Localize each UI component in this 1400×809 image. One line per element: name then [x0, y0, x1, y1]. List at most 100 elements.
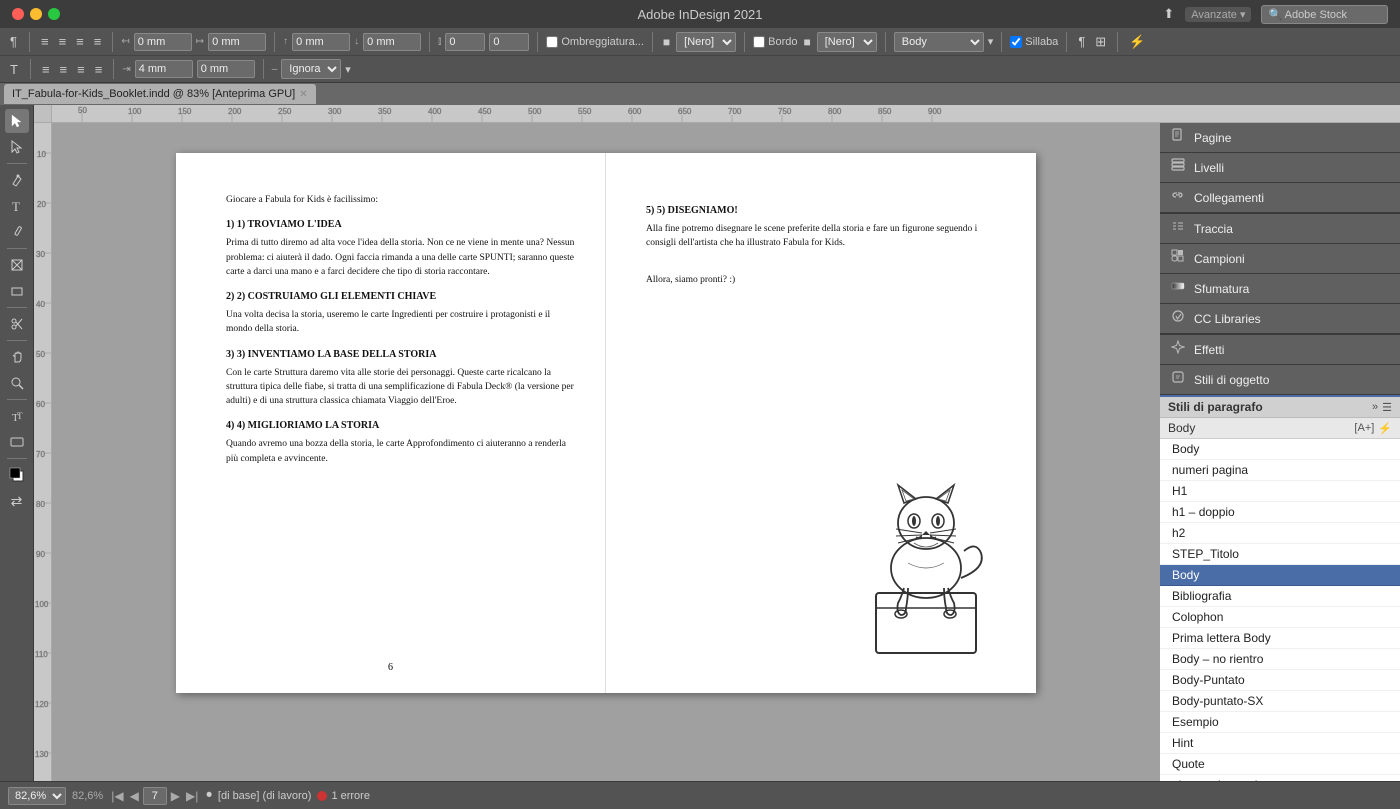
style-item-body-puntato[interactable]: Body-Puntato [1160, 670, 1400, 691]
sfumatura-panel-row[interactable]: Sfumatura [1160, 274, 1400, 304]
body-controls: [A+] ⚡ [1354, 422, 1392, 435]
document-tab[interactable]: IT_Fabula-for-Kids_Booklet.indd @ 83% [A… [4, 84, 316, 104]
separator-11 [1117, 32, 1118, 52]
para-style-new-icon[interactable]: [A+] [1354, 422, 1374, 435]
style-item-hint[interactable]: Hint [1160, 733, 1400, 754]
placeholder-tool[interactable] [5, 430, 29, 454]
page-left[interactable]: Giocare a Fabula for Kids è facilissimo:… [176, 153, 606, 693]
indent-right-input[interactable]: 0 mm [208, 33, 266, 51]
fp-menu-icon[interactable]: ☰ [1382, 401, 1392, 414]
hand-tool[interactable] [5, 345, 29, 369]
first-line-input[interactable]: 4 mm [135, 60, 193, 78]
align-bottom-2-icon[interactable]: ≡ [57, 62, 71, 77]
first-page-button[interactable]: |◀ [109, 789, 125, 803]
step4-heading: 4) 4) MIGLIORIAMO LA STORIA [226, 418, 575, 433]
align-justify-icon[interactable]: ≡ [91, 34, 105, 49]
last-page-button[interactable]: ▶| [184, 789, 200, 803]
flash-icon[interactable]: ⚡ [1126, 34, 1148, 50]
type-on-path-tool[interactable]: TT [5, 404, 29, 428]
svg-text:110: 110 [35, 650, 48, 659]
svg-text:600: 600 [628, 107, 642, 116]
grid-icon[interactable]: ⊞ [1092, 34, 1109, 50]
style-item-prima-lettera[interactable]: Prima lettera Body [1160, 628, 1400, 649]
sillaba-checkbox[interactable] [1010, 36, 1022, 48]
svg-text:650: 650 [678, 107, 692, 116]
style-item-h1[interactable]: H1 [1160, 481, 1400, 502]
error-indicator[interactable]: 1 errore [317, 790, 370, 802]
color-select-1[interactable]: [Nero] [676, 32, 736, 52]
style-item-quote[interactable]: Quote [1160, 754, 1400, 775]
page-right[interactable]: 5) 5) DISEGNIAMO! Alla fine potremo dise… [606, 153, 1036, 693]
close-button[interactable] [12, 8, 24, 20]
pagine-panel-row[interactable]: Pagine [1160, 123, 1400, 153]
para-style-flash-icon[interactable]: ⚡ [1378, 422, 1392, 435]
style-item-body-active[interactable]: Body [1160, 565, 1400, 586]
traccia-panel-row[interactable]: Traccia [1160, 214, 1400, 244]
traffic-lights[interactable] [12, 8, 60, 20]
style-item-body-puntato-sx[interactable]: Body-puntato-SX [1160, 691, 1400, 712]
fp-double-arrow-icon[interactable]: » [1372, 401, 1378, 413]
share-icon[interactable]: ⬆ [1160, 6, 1177, 22]
style-item-body-top[interactable]: Body [1160, 439, 1400, 460]
column-gap-input[interactable]: 0 [489, 33, 529, 51]
color-select-2[interactable]: [Nero] [817, 32, 877, 52]
align-right-icon[interactable]: ≡ [73, 34, 87, 49]
fullscreen-button[interactable] [48, 8, 60, 20]
align-bottom-3-icon[interactable]: ≡ [74, 62, 88, 77]
body-selector-row[interactable]: Body [A+] ⚡ [1160, 418, 1400, 439]
style-item-h2[interactable]: h2 [1160, 523, 1400, 544]
pilcrow-icon[interactable]: ¶ [1075, 34, 1088, 49]
avanzate-button[interactable]: Avanzate ▾ [1185, 7, 1251, 22]
style-item-bibliografia[interactable]: Bibliografia [1160, 586, 1400, 607]
style-item-esempio[interactable]: Esempio [1160, 712, 1400, 733]
space-before-input[interactable]: 0 mm [292, 33, 350, 51]
style-select[interactable]: Body [894, 32, 984, 52]
style-item-h1-doppio[interactable]: h1 – doppio [1160, 502, 1400, 523]
swap-colors-icon[interactable]: ⇄ [5, 489, 29, 513]
livelli-panel-row[interactable]: Livelli [1160, 153, 1400, 183]
step1-heading: 1) 1) TROVIAMO L'IDEA [226, 217, 575, 232]
svg-text:550: 550 [578, 107, 592, 116]
space-before-icon: ↑ [283, 36, 288, 47]
selection-tool[interactable] [5, 109, 29, 133]
zoom-select[interactable]: 82,6% [8, 787, 66, 805]
campioni-panel-row[interactable]: Campioni [1160, 244, 1400, 274]
space-after-input[interactable]: 0 mm [363, 33, 421, 51]
style-item-elenco-domande[interactable]: elenco_domande [1160, 775, 1400, 781]
style-item-numeri-pagina[interactable]: numeri pagina [1160, 460, 1400, 481]
style-item-colophon[interactable]: Colophon [1160, 607, 1400, 628]
page-number-input[interactable]: 7 [143, 787, 167, 805]
style-item-step-titolo[interactable]: STEP_Titolo [1160, 544, 1400, 565]
document-canvas[interactable]: Giocare a Fabula for Kids è facilissimo:… [52, 123, 1160, 781]
align-bottom-4-icon[interactable]: ≡ [92, 62, 106, 77]
direct-selection-tool[interactable] [5, 135, 29, 159]
rect-frame-tool[interactable] [5, 253, 29, 277]
scissors-tool[interactable] [5, 312, 29, 336]
bordo-checkbox[interactable] [753, 36, 765, 48]
pencil-tool[interactable] [5, 220, 29, 244]
next-page-button[interactable]: ▶ [169, 789, 182, 803]
tab-close-icon[interactable]: ✕ [299, 89, 307, 100]
align-left-icon[interactable]: ≡ [38, 34, 52, 49]
style-dropdown-arrow[interactable]: ▾ [988, 35, 994, 48]
zoom-tool[interactable] [5, 371, 29, 395]
ombreggiatura-checkbox[interactable] [546, 36, 558, 48]
rect-tool[interactable] [5, 279, 29, 303]
stili-oggetto-panel-row[interactable]: Stili di oggetto [1160, 365, 1400, 395]
ignora-arrow[interactable]: ▾ [345, 63, 351, 76]
effetti-panel-row[interactable]: Effetti [1160, 335, 1400, 365]
prev-page-button[interactable]: ◀ [128, 789, 141, 803]
type-tool[interactable]: T [5, 194, 29, 218]
collegamenti-panel-row[interactable]: Collegamenti [1160, 183, 1400, 213]
align-center-icon[interactable]: ≡ [56, 34, 70, 49]
cc-libraries-panel-row[interactable]: CC Libraries [1160, 304, 1400, 334]
style-item-body-no-rientro[interactable]: Body – no rientro [1160, 649, 1400, 670]
ignora-select[interactable]: Ignora [281, 59, 341, 79]
last-line-input[interactable]: 0 mm [197, 60, 255, 78]
minimize-button[interactable] [30, 8, 42, 20]
align-bottom-1-icon[interactable]: ≡ [39, 62, 53, 77]
foreground-color[interactable] [5, 463, 29, 487]
pen-tool[interactable] [5, 168, 29, 192]
indent-left-input[interactable]: 0 mm [134, 33, 192, 51]
columns-input[interactable]: 0 [445, 33, 485, 51]
